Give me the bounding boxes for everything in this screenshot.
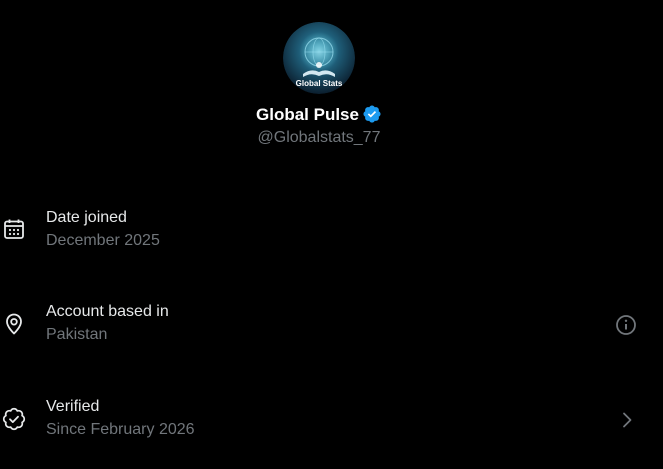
location-pin-icon — [6, 313, 22, 335]
info-row-date-joined: Date joined December 2025 — [0, 199, 663, 263]
info-row-account-based: Account based in Pakistan — [0, 293, 663, 357]
info-icon[interactable] — [614, 313, 638, 337]
display-name-row: Global Pulse — [0, 102, 638, 127]
chevron-right-icon[interactable] — [615, 408, 639, 432]
calendar-icon — [4, 219, 24, 239]
verified-label: Verified — [46, 398, 100, 415]
date-joined-value: December 2025 — [46, 232, 160, 249]
info-row-verified[interactable]: Verified Since February 2026 — [0, 388, 663, 452]
verified-value: Since February 2026 — [46, 421, 195, 438]
display-name: Global Pulse — [256, 104, 359, 124]
account-based-value: Pakistan — [46, 326, 108, 343]
verified-badge-icon[interactable] — [362, 104, 382, 124]
profile-header: Global Stats Global Pulse @Globalstats_7… — [0, 0, 663, 160]
avatar-image: Global Stats — [283, 22, 355, 94]
date-joined-label: Date joined — [46, 209, 127, 226]
handle: @Globalstats_77 — [257, 129, 381, 146]
svg-text:Global Stats: Global Stats — [296, 79, 343, 88]
account-based-label: Account based in — [46, 303, 169, 320]
avatar[interactable]: Global Stats — [283, 22, 355, 94]
verified-check-icon — [2, 407, 26, 431]
